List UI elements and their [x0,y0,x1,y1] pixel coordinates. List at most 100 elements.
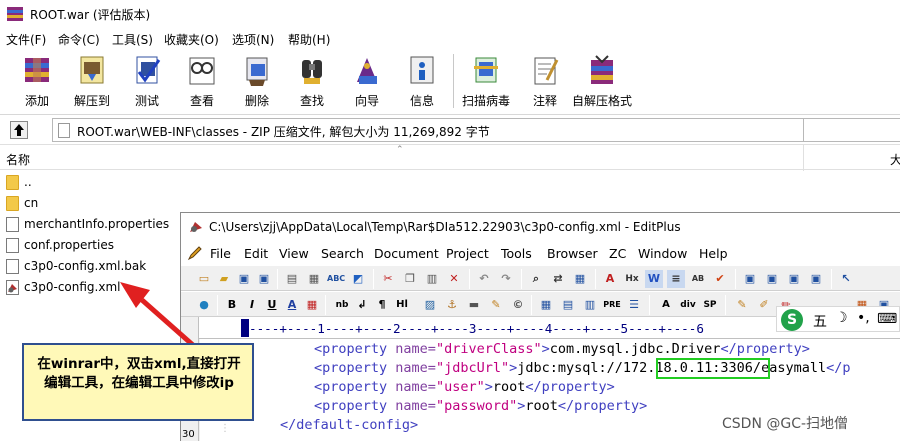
highlight-icon[interactable]: ✐ [755,296,773,314]
cut-icon[interactable]: ✂ [379,270,397,288]
menu-search[interactable]: Search [321,246,364,261]
window-list-icon[interactable]: ▣ [741,270,759,288]
delete-icon[interactable]: ✕ [445,270,463,288]
image-icon[interactable]: ▨ [421,296,439,314]
form-icon[interactable]: A [657,296,675,314]
menu-favorites[interactable]: 收藏夹(O) [164,31,219,48]
output-icon[interactable]: ▣ [807,270,825,288]
menu-command[interactable]: 命令(C) [58,31,100,48]
word-wrap-icon[interactable]: W [645,270,663,288]
punctuation-icon[interactable]: •, [857,310,870,326]
menu-browser[interactable]: Browser [547,246,598,261]
directory-icon[interactable]: ▣ [763,270,781,288]
column-size-header[interactable]: 大 [890,151,900,168]
list-item[interactable]: merchantInfo.properties [0,214,180,235]
table-row-icon[interactable]: ▤ [559,296,577,314]
column-name-header[interactable]: 名称 [6,151,30,168]
line-break-icon[interactable]: ↲ [353,296,371,314]
test-button[interactable]: 测试 [119,50,175,114]
bold-icon[interactable]: B [223,296,241,314]
save-all-icon[interactable]: ▣ [255,270,273,288]
save-icon[interactable]: ▣ [235,270,253,288]
menu-file[interactable]: File [210,246,231,261]
menu-tools[interactable]: Tools [501,246,532,261]
replace-icon[interactable]: ⇄ [549,270,567,288]
check-icon[interactable]: ✔ [711,270,729,288]
virus-scan-label: 扫描病毒 [461,94,510,108]
extract-to-button[interactable]: 解压到 [64,50,120,114]
help-pointer-icon[interactable]: ↖ [837,270,855,288]
line-number: 30 [182,429,195,440]
anchor-icon[interactable]: ⚓ [443,296,461,314]
paragraph-icon[interactable]: ¶ [373,296,391,314]
list-item[interactable]: .. [0,172,180,193]
special-char-icon[interactable]: © [509,296,527,314]
red-arrow-pointer [120,282,196,348]
sogou-logo-icon[interactable]: S [781,309,803,331]
up-folder-button[interactable] [10,121,28,139]
ime-mode[interactable]: 五 [813,311,827,331]
list-icon[interactable]: ☰ [625,296,643,314]
wizard-button[interactable]: 向导 [339,50,395,114]
hex-icon[interactable]: Hx [623,270,641,288]
info-button[interactable]: 信息 [394,50,450,114]
keyboard-icon[interactable]: ⌨ [877,311,897,327]
color-picker-icon[interactable]: ▦ [303,296,321,314]
add-button[interactable]: 添加 [9,50,65,114]
comment-button[interactable]: 注释 [517,50,573,114]
browser-icon[interactable]: ◩ [349,270,367,288]
find-button[interactable]: 查找 [284,50,340,114]
table-icon[interactable]: ▦ [537,296,555,314]
delete-button[interactable]: 删除 [229,50,285,114]
virus-scan-button[interactable]: 扫描病毒 [458,50,514,114]
column-select-icon[interactable]: AB [689,270,707,288]
copy-icon[interactable]: ❐ [401,270,419,288]
open-folder-icon[interactable]: ▰ [215,270,233,288]
moon-icon[interactable]: ☽ [835,310,848,326]
paste-icon[interactable]: ▥ [423,270,441,288]
menu-tools[interactable]: 工具(S) [112,31,153,48]
hr-icon[interactable]: ▬ [465,296,483,314]
menu-project[interactable]: Project [446,246,489,261]
ruler-icon[interactable]: ≡ [667,270,685,288]
list-item[interactable]: cn [0,193,180,214]
sfx-button[interactable]: 自解压格式 [572,50,632,114]
menu-file[interactable]: 文件(F) [6,31,46,48]
find-in-files-icon[interactable]: ▦ [571,270,589,288]
table-cell-icon[interactable]: ▥ [581,296,599,314]
list-item[interactable]: conf.properties [0,235,180,256]
undo-icon[interactable]: ↶ [475,270,493,288]
menu-zc[interactable]: ZC [609,246,626,261]
menu-options[interactable]: 选项(N) [232,31,274,48]
menu-help[interactable]: 帮助(H) [288,31,330,48]
find-icon[interactable]: ⌕ [527,270,545,288]
winrar-title-bar: ROOT.war (评估版本) [0,0,900,28]
italic-icon[interactable]: I [243,296,261,314]
path-field[interactable]: ROOT.war\WEB-INF\classes - ZIP 压缩文件, 解包大… [52,118,804,142]
span-icon[interactable]: SP [701,296,719,314]
redo-icon[interactable]: ↷ [497,270,515,288]
edit-icon[interactable]: ✎ [733,296,751,314]
heading-icon[interactable]: Hl [393,296,411,314]
font-color-icon[interactable]: A [283,296,301,314]
font-icon[interactable]: A [601,270,619,288]
div-icon[interactable]: div [679,296,697,314]
print-preview-icon[interactable]: ▤ [283,270,301,288]
spellcheck-icon[interactable]: ABC [327,270,345,288]
menu-edit[interactable]: Edit [244,246,268,261]
nbsp-icon[interactable]: nb [333,296,351,314]
menu-window[interactable]: Window [638,246,687,261]
underline-icon[interactable]: U [263,296,281,314]
column-divider[interactable] [803,145,804,171]
pre-icon[interactable]: PRE [603,296,621,314]
comment-tag-icon[interactable]: ✎ [487,296,505,314]
menu-document[interactable]: Document [374,246,439,261]
cliptext-icon[interactable]: ▣ [785,270,803,288]
ime-toolbar: S 五 ☽ •, ⌨ [776,306,900,332]
view-button[interactable]: 查看 [174,50,230,114]
menu-help[interactable]: Help [699,246,728,261]
print-icon[interactable]: ▦ [305,270,323,288]
xml-text: root [525,398,558,414]
menu-view[interactable]: View [279,246,309,261]
wizard-icon [357,58,377,84]
